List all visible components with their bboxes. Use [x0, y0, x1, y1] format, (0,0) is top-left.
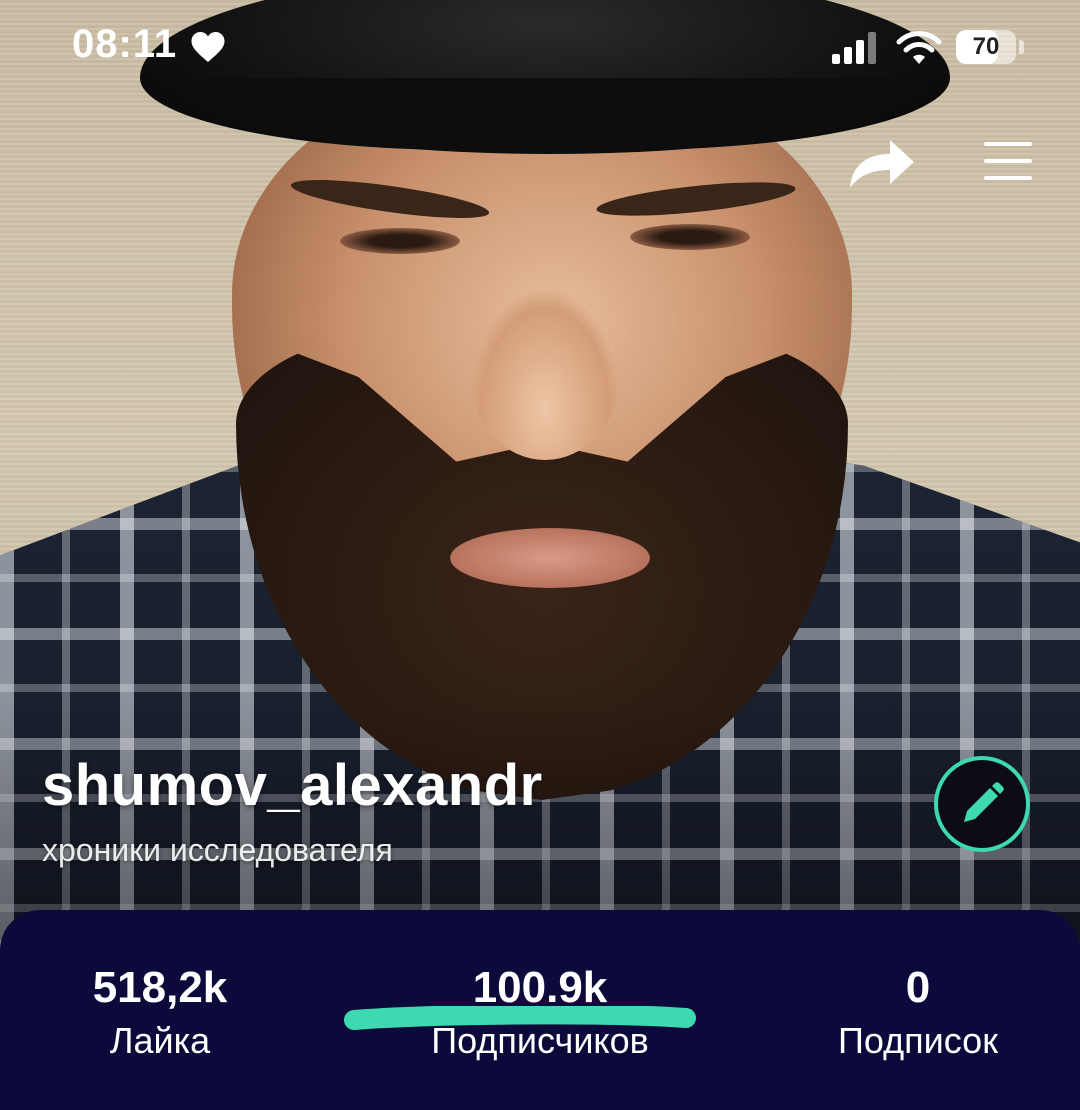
pencil-icon: [964, 782, 1004, 822]
share-icon: [850, 140, 914, 188]
highlight-stroke: [344, 1006, 696, 1030]
menu-icon: [984, 142, 1032, 180]
signal-icon: [832, 32, 876, 64]
status-time: 08:11: [72, 22, 178, 66]
cover-right-eye: [630, 224, 750, 250]
share-button[interactable]: [846, 128, 918, 194]
status-bar: 08:11 70: [0, 0, 1080, 100]
profile-bio: хроники исследователя: [42, 832, 393, 868]
battery-icon: 70: [956, 30, 1016, 64]
cover-lips: [450, 528, 650, 588]
cover-shade: [0, 700, 1080, 940]
menu-button[interactable]: [980, 138, 1036, 184]
likes-label: Лайка: [109, 1020, 211, 1061]
edit-profile-button[interactable]: [934, 756, 1030, 852]
likes-count: 518,2k: [92, 963, 228, 1012]
profile-username: shumov_alexandr: [42, 753, 543, 818]
cover-nose: [470, 290, 620, 460]
heart-icon: [191, 32, 225, 62]
stat-following[interactable]: 0 Подписок: [808, 962, 1028, 1064]
battery-cap: [1019, 40, 1024, 54]
following-label: Подписок: [838, 1020, 998, 1061]
stat-likes[interactable]: 518,2k Лайка: [60, 962, 260, 1064]
wifi-icon: [896, 31, 942, 64]
battery-percent: 70: [972, 33, 1000, 60]
cover-left-eye: [340, 228, 460, 254]
following-count: 0: [905, 963, 931, 1012]
